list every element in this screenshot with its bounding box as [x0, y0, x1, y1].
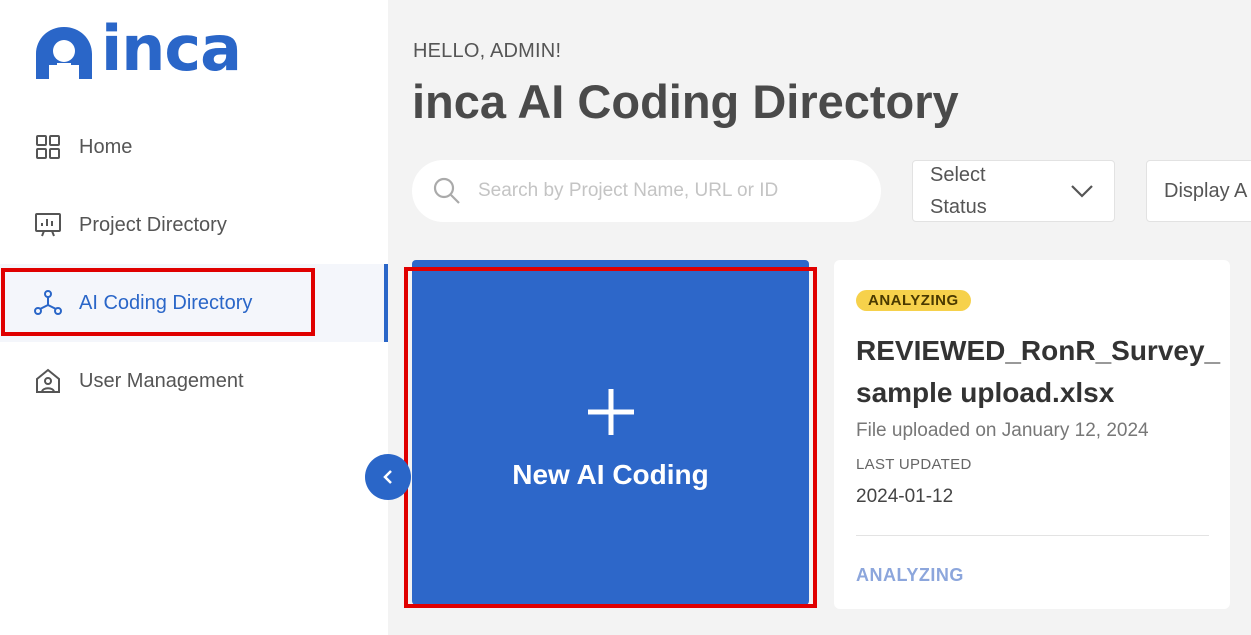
logo-text: inca: [101, 12, 242, 85]
network-nodes-icon: [34, 289, 62, 317]
display-select-label: Display A: [1164, 179, 1248, 202]
chevron-down-icon: [1071, 185, 1093, 198]
main-content: HELLO, ADMIN! inca AI Coding Directory S…: [388, 0, 1251, 635]
search-icon: [433, 177, 460, 204]
sidebar: inca Home Project Directory AI Coding Di…: [0, 0, 388, 635]
sidebar-item-project-directory[interactable]: Project Directory: [0, 186, 388, 264]
last-updated-value: 2024-01-12: [856, 486, 954, 507]
last-updated-label: LAST UPDATED: [856, 456, 972, 473]
search-input[interactable]: [478, 180, 858, 202]
new-ai-coding-label: New AI Coding: [512, 458, 709, 490]
home-user-icon: [34, 367, 62, 395]
display-select[interactable]: Display A: [1146, 160, 1251, 222]
project-card[interactable]: ANALYZING REVIEWED_RonR_Survey_ sample u…: [834, 260, 1230, 609]
collapse-sidebar-button[interactable]: [365, 454, 411, 500]
greeting: HELLO, ADMIN!: [413, 40, 562, 62]
sidebar-nav: Home Project Directory AI Coding Directo…: [0, 108, 388, 420]
sidebar-item-user-management[interactable]: User Management: [0, 342, 388, 420]
search-bar[interactable]: [412, 160, 881, 222]
app-root: inca Home Project Directory AI Coding Di…: [0, 0, 1251, 635]
logo-mark-icon: [36, 27, 92, 81]
sidebar-item-label: User Management: [79, 369, 244, 392]
plus-icon: [587, 388, 634, 435]
sidebar-item-label: AI Coding Directory: [79, 291, 253, 314]
grid-icon: [34, 133, 62, 161]
sidebar-item-label: Home: [79, 135, 133, 158]
status-select[interactable]: Select Status: [912, 160, 1115, 222]
chart-board-icon: [34, 211, 62, 239]
project-name[interactable]: REVIEWED_RonR_Survey_ sample upload.xlsx: [856, 330, 1220, 414]
sidebar-item-ai-coding-directory[interactable]: AI Coding Directory: [0, 264, 388, 342]
chevron-left-icon: [383, 470, 392, 484]
new-ai-coding-card[interactable]: New AI Coding: [412, 260, 809, 605]
inca-logo[interactable]: inca: [33, 18, 242, 82]
page-title: inca AI Coding Directory: [412, 75, 959, 128]
sidebar-item-label: Project Directory: [79, 213, 227, 236]
project-status: ANALYZING: [856, 565, 964, 585]
status-select-label: Select Status: [930, 164, 987, 218]
status-badge: ANALYZING: [856, 290, 971, 311]
divider: [856, 535, 1209, 536]
sidebar-item-home[interactable]: Home: [0, 108, 388, 186]
upload-date: File uploaded on January 12, 2024: [856, 420, 1149, 441]
